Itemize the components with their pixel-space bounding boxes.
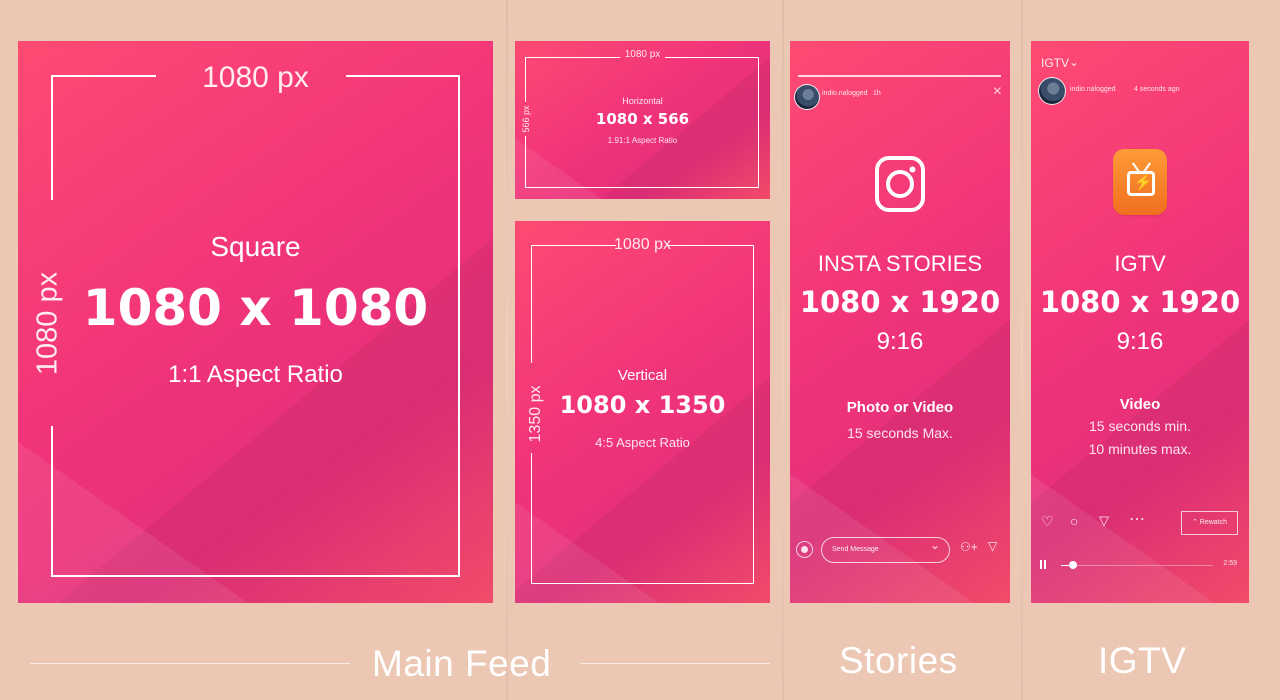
heart-icon[interactable]: ♡ [1041, 513, 1054, 530]
stories-profile-avatar[interactable] [794, 84, 820, 110]
square-format-name: Square [210, 231, 301, 262]
igtv-minimum-duration: 15 seconds min. [1089, 418, 1191, 434]
igtv-label: IGTV [1098, 640, 1187, 681]
igtv-app-icon: ⚡ [1113, 149, 1167, 215]
instagram-icon [875, 156, 925, 212]
horizontal-dimensions: 1080 x 566 [595, 110, 690, 128]
comment-icon[interactable]: ○ [1070, 513, 1078, 529]
pause-icon[interactable] [1040, 560, 1042, 569]
igtv-content-type: Video [1119, 396, 1161, 413]
vertical-left-top-frame-line [531, 245, 532, 363]
square-aspect-ratio: 1:1 Aspect Ratio [168, 361, 343, 388]
igtv-header: IGTV [1041, 56, 1070, 70]
main-feed-left-divider [30, 663, 350, 664]
horizontal-bottom-frame-line [525, 187, 759, 188]
send-icon[interactable]: ▽ [988, 539, 997, 553]
stories-content-type: Photo or Video [846, 399, 954, 416]
stories-duration: 15 seconds Max. [847, 425, 953, 441]
camera-icon[interactable] [796, 541, 813, 558]
stories-aspect-ratio: 9:16 [876, 328, 924, 355]
horizontal-post-card: 1080 px 566 px Horizontal 1080 x 566 1.9… [515, 41, 770, 199]
paper-fold-right [1021, 0, 1023, 700]
igtv-aspect-ratio: 9:16 [1116, 328, 1164, 355]
rewatch-icon: ⌃ [1191, 519, 1198, 526]
stories-title: INSTA STORIES [817, 251, 983, 276]
chevron-down-icon[interactable]: ⌄ [1069, 55, 1079, 69]
square-dimensions: 1080 x 1080 [82, 279, 429, 337]
camera-lens-icon [801, 546, 808, 553]
igtv-maximum-duration: 10 minutes max. [1088, 441, 1192, 457]
stories-time: 1h [873, 90, 881, 97]
more-options-icon[interactable]: ⋯ [1129, 509, 1145, 529]
stories-dimensions: 1080 x 1920 [799, 285, 1001, 319]
add-person-icon[interactable]: ⚇+ [960, 540, 978, 554]
horizontal-aspect-ratio: 1.91:1 Aspect Ratio [607, 136, 678, 145]
paper-fold-left [506, 0, 508, 700]
square-post-card: 1080 px 1080 px Square 1080 x 1080 1:1 A… [18, 41, 493, 603]
stories-label: Stories [839, 640, 958, 681]
main-feed-right-divider [580, 663, 770, 664]
vertical-post-card: 1080 px 1350 px Vertical 1080 x 1350 4:5… [515, 221, 770, 603]
rewatch-button[interactable]: ⌃ Rewatch [1181, 511, 1238, 535]
vertical-bottom-frame-line [531, 583, 754, 584]
square-left-bottom-frame-line [51, 426, 53, 577]
square-bottom-frame-line [51, 575, 460, 577]
playback-track[interactable] [1061, 565, 1213, 566]
horizontal-format-name: Horizontal [622, 96, 663, 106]
message-dropdown-icon[interactable]: ⌄ [930, 538, 940, 552]
vertical-width-label: 1080 px [614, 236, 671, 253]
igtv-time-remaining: 2:59 [1223, 560, 1237, 567]
igtv-time: 4 seconds ago [1134, 86, 1180, 93]
paper-fold-middle [782, 0, 784, 700]
horizontal-width-label: 1080 px [624, 49, 661, 60]
vertical-format-name: Vertical [617, 367, 668, 384]
vertical-aspect-ratio: 4:5 Aspect Ratio [595, 435, 690, 450]
square-width-label: 1080 px [202, 61, 309, 94]
stories-username[interactable]: indio.nalogged [822, 90, 868, 97]
lightning-icon: ⚡ [1134, 174, 1153, 191]
share-icon[interactable]: ▽ [1099, 513, 1109, 529]
stories-progress-bar [798, 75, 1001, 77]
main-feed-label: Main Feed [372, 643, 552, 684]
igtv-title: IGTV [1114, 251, 1166, 276]
close-icon[interactable]: × [993, 84, 1002, 100]
igtv-phone-card: IGTV ⌄ indio.nalogged 4 seconds ago ⚡ IG… [1031, 41, 1249, 603]
playback-scrubber[interactable] [1069, 561, 1078, 569]
igtv-dimensions: 1080 x 1920 [1039, 285, 1241, 319]
stories-phone-card: indio.nalogged 1h × INSTA STORIES 1080 x… [790, 41, 1010, 603]
vertical-dimensions: 1080 x 1350 [559, 391, 726, 419]
igtv-profile-avatar[interactable] [1038, 77, 1066, 105]
igtv-username[interactable]: indio.nalogged [1070, 86, 1116, 93]
rewatch-label: Rewatch [1199, 519, 1228, 526]
vertical-left-bottom-frame-line [531, 453, 532, 584]
